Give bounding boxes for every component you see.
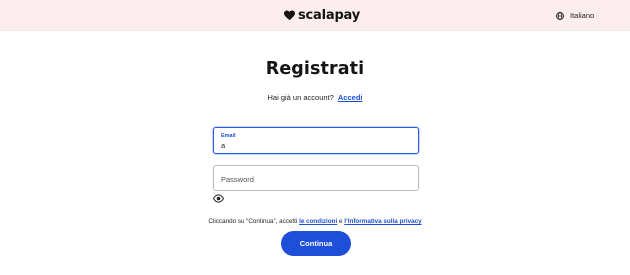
globe-icon: [556, 11, 564, 20]
consent-prefix: Cliccando su “Continua”, accetti: [208, 218, 300, 225]
continue-button[interactable]: Continua: [281, 231, 351, 256]
password-field[interactable]: [213, 165, 419, 191]
terms-link[interactable]: le condizioni: [299, 218, 337, 225]
heart-icon: [284, 9, 295, 20]
eye-icon[interactable]: [213, 194, 224, 203]
language-label: Italiano: [570, 11, 595, 20]
login-link[interactable]: Accedi: [338, 93, 363, 102]
login-prompt-text: Hai già un account?: [267, 93, 334, 102]
scalapay-logo[interactable]: scalapay: [284, 7, 360, 23]
email-field-label: Email: [221, 133, 236, 139]
logo-text: scalapay: [298, 7, 360, 23]
email-input[interactable]: [221, 141, 411, 150]
top-header: scalapay Italiano: [0, 0, 630, 31]
consent-text: Cliccando su “Continua”, accetti le cond…: [0, 218, 630, 225]
login-prompt-row: Hai già un account? Accedi: [0, 93, 630, 102]
password-input[interactable]: [221, 173, 411, 185]
privacy-link[interactable]: l’Informativa sulla privacy: [344, 218, 421, 225]
language-selector[interactable]: Italiano: [556, 9, 594, 22]
email-field[interactable]: Email: [213, 127, 419, 154]
page-title: Registrati: [265, 59, 365, 79]
